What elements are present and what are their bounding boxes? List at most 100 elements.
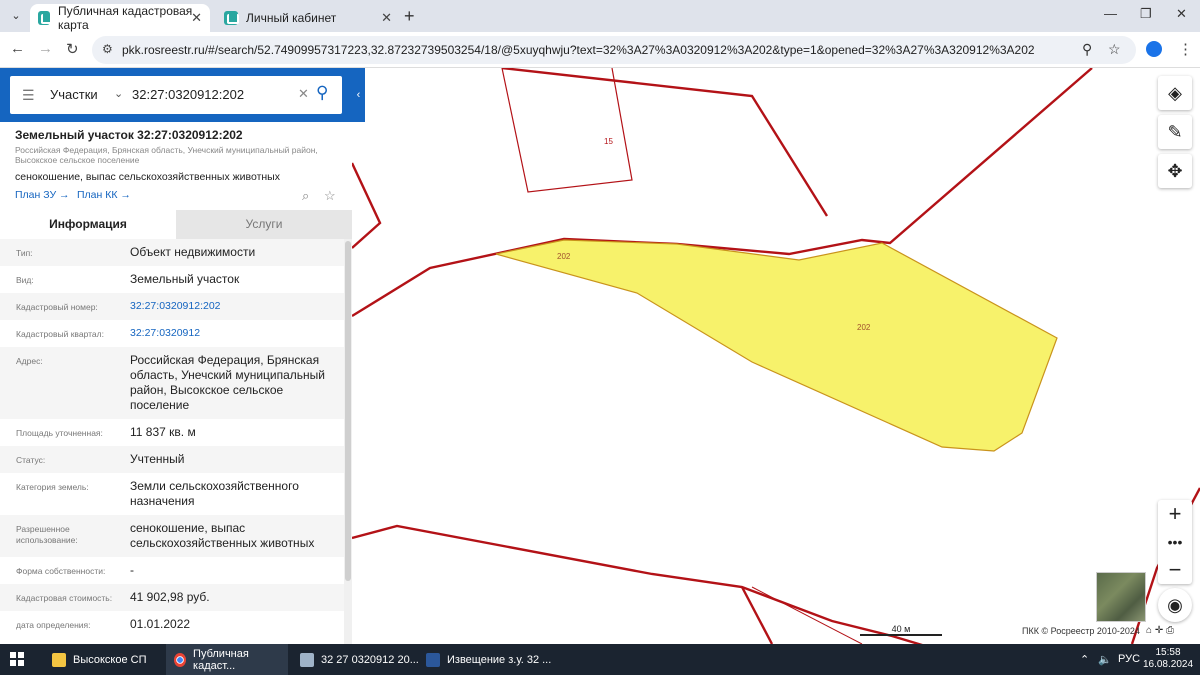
language-indicator[interactable]: РУС xyxy=(1118,653,1140,665)
search-icon[interactable]: ⚲ xyxy=(316,83,328,103)
object-address: Российская Федерация, Брянская область, … xyxy=(15,145,318,165)
boundary-line xyxy=(501,68,633,193)
zoom-icon[interactable]: ⚲ xyxy=(1082,41,1092,58)
map-canvas[interactable]: 202 202 15 xyxy=(352,68,1200,644)
attribute-value: сенокошение, выпас сельскохозяйственных … xyxy=(130,521,315,550)
basemap-switcher[interactable] xyxy=(1096,572,1146,622)
boundary-line xyxy=(352,162,382,249)
zoom-in-icon[interactable]: + xyxy=(1158,500,1192,528)
attribute-value: Земли сельскохозяйственного назначения xyxy=(130,479,299,508)
url-text[interactable]: pkk.rosreestr.ru/#/search/52.74909957317… xyxy=(122,43,1035,57)
compass-icon[interactable]: ◉ xyxy=(1158,588,1192,622)
attribute-label: Вид: xyxy=(16,275,34,285)
taskbar-item-image[interactable]: 32 27 0320912 20... xyxy=(292,644,427,675)
parcel-label-202-b: 202 xyxy=(857,323,871,332)
attribute-value: 41 902,98 руб. xyxy=(130,590,210,604)
attribute-value: Земельный участок xyxy=(130,272,240,286)
parcel-label-202-a: 202 xyxy=(557,252,571,261)
new-tab-icon[interactable]: + xyxy=(404,6,415,27)
attribute-row: Статус: Учтенный xyxy=(0,446,344,473)
chevron-down-icon[interactable]: ⌄ xyxy=(114,87,123,100)
locate-icon[interactable]: ✥ xyxy=(1158,154,1192,188)
plan-kk-link[interactable]: План КК → xyxy=(77,189,131,201)
favorite-star-icon[interactable]: ☆ xyxy=(324,188,336,204)
panel-scrollbar[interactable] xyxy=(344,239,352,644)
word-icon xyxy=(426,652,440,667)
clear-search-icon[interactable]: ✕ xyxy=(298,86,309,102)
reload-icon[interactable]: ↻ xyxy=(66,40,79,58)
cadastral-map[interactable]: 202 202 15 ◈ ✎ ✥ + ••• − ◉ 40 м ПКК © Ро… xyxy=(352,68,1200,644)
attribute-table: Тип: Объект недвижимости Вид: Земельный уча… xyxy=(0,239,344,638)
taskbar-item-chrome[interactable]: Публичная кадаст... xyxy=(166,644,288,675)
parcel-label-15: 15 xyxy=(604,137,613,146)
print-icon[interactable]: ⎙ xyxy=(1166,625,1174,636)
search-type-select[interactable]: Участки xyxy=(50,87,98,102)
tab-services[interactable]: Услуги xyxy=(176,210,352,239)
home-icon[interactable]: ⌂ xyxy=(1146,625,1152,636)
boundary-line xyxy=(501,68,829,217)
clock-time: 15:58 xyxy=(1155,647,1181,658)
object-title: Земельный участок 32:27:0320912:202 xyxy=(15,128,243,142)
minimize-icon[interactable]: — xyxy=(1104,6,1117,21)
attribute-value: Российская Федерация, Брянская область, … xyxy=(130,353,325,412)
ruler-icon[interactable]: ✎ xyxy=(1158,115,1192,149)
attribute-row: дата определения: 01.01.2022 xyxy=(0,611,344,638)
attribute-label: Адрес: xyxy=(16,356,43,366)
browser-tab-pkk[interactable]: Публичная кадастровая карта ✕ xyxy=(30,4,210,32)
object-use: сенокошение, выпас сельскохозяйственных … xyxy=(15,171,280,183)
hamburger-menu-icon[interactable]: ☰ xyxy=(22,87,35,104)
close-tab-icon[interactable]: ✕ xyxy=(191,10,202,26)
taskbar-item-folder[interactable]: Высокское СП xyxy=(44,644,155,675)
attribute-value-link[interactable]: 32:27:0320912:202 xyxy=(130,293,344,320)
attribute-value: 01.01.2022 xyxy=(130,617,191,631)
attribute-row: Вид: Земельный участок xyxy=(0,266,344,293)
more-icon[interactable]: ••• xyxy=(1158,528,1192,556)
system-clock[interactable]: 15:58 16.08.2024 xyxy=(1140,647,1196,671)
taskbar-item-word[interactable]: Извещение з.у. 32 ... xyxy=(418,644,559,675)
tab-search-chevron-icon[interactable]: ⌄ xyxy=(6,6,26,26)
attribute-value: - xyxy=(130,563,134,577)
tab-information[interactable]: Информация xyxy=(0,210,176,239)
attribute-label: Кадастровый квартал: xyxy=(16,329,104,339)
boundary-line xyxy=(352,524,923,644)
attribute-label: Разрешенное использование: xyxy=(16,524,78,545)
info-tabs: Информация Услуги xyxy=(0,210,352,239)
crosshair-icon[interactable]: ✛ xyxy=(1155,625,1163,636)
attribute-row: Площадь уточненная: 11 837 кв. м xyxy=(0,419,344,446)
address-bar[interactable]: ⚙ pkk.rosreestr.ru/#/search/52.749099573… xyxy=(92,36,1136,64)
forward-icon[interactable]: → xyxy=(38,40,53,57)
attribute-row: Адрес: Российская Федерация, Брянская обл… xyxy=(0,347,344,419)
search-header: ☰ Участки ⌄ 32:27:0320912:202 ✕ ⚲ xyxy=(0,68,352,122)
collapse-panel-icon[interactable]: ‹ xyxy=(352,68,365,122)
image-viewer-icon xyxy=(300,652,314,667)
browser-tab-bar: ⌄ Публичная кадастровая карта ✕ Личный к… xyxy=(0,0,1200,32)
volume-icon[interactable]: 🔈 xyxy=(1098,653,1112,666)
close-window-icon[interactable]: ✕ xyxy=(1176,6,1187,22)
profile-avatar[interactable] xyxy=(1146,41,1162,57)
parcel-202 xyxy=(495,239,1058,452)
attribute-label: Категория земель: xyxy=(16,482,89,492)
close-tab-icon[interactable]: ✕ xyxy=(381,10,392,26)
bookmark-star-icon[interactable]: ☆ xyxy=(1108,41,1121,58)
tray-chevron-icon[interactable]: ⌃ xyxy=(1080,653,1089,666)
attribute-row: Кадастровый квартал: 32:27:0320912 xyxy=(0,320,344,347)
attribute-label: Площадь уточненная: xyxy=(16,428,103,438)
layers-icon[interactable]: ◈ xyxy=(1158,76,1192,110)
browser-tab-cabinet[interactable]: Личный кабинет ✕ xyxy=(216,4,400,32)
attribute-row: Разрешенное использование: сенокошение, в… xyxy=(0,515,344,557)
zoom-out-icon[interactable]: − xyxy=(1158,556,1192,584)
back-icon[interactable]: ← xyxy=(10,40,25,57)
scroll-thumb[interactable] xyxy=(345,241,351,581)
windows-start-icon[interactable] xyxy=(10,652,24,666)
maximize-icon[interactable]: ❐ xyxy=(1140,6,1152,22)
zoom-to-object-icon[interactable]: ⌕ xyxy=(302,188,309,204)
attribute-row: Тип: Объект недвижимости xyxy=(0,239,344,266)
rosreestr-favicon-icon xyxy=(38,11,53,25)
browser-menu-icon[interactable]: ⋮ xyxy=(1178,40,1193,58)
zoom-control: + ••• − xyxy=(1158,500,1192,584)
site-info-icon[interactable]: ⚙ xyxy=(102,42,113,56)
search-input[interactable]: 32:27:0320912:202 xyxy=(132,87,244,102)
plan-zu-link[interactable]: План ЗУ → xyxy=(15,189,70,201)
attribute-value-link[interactable]: 32:27:0320912 xyxy=(130,320,344,347)
info-panel: ☰ Участки ⌄ 32:27:0320912:202 ✕ ⚲ Земель… xyxy=(0,68,352,644)
